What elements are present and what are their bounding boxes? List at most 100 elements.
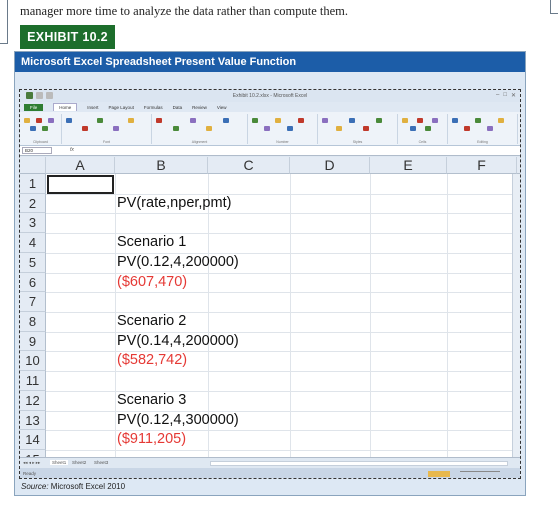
grid-row-line bbox=[46, 292, 520, 294]
ribbon-tool-icon[interactable] bbox=[322, 118, 328, 123]
ribbon-tool-icon[interactable] bbox=[463, 126, 470, 131]
column-header-a[interactable]: A bbox=[46, 157, 115, 174]
tab-insert[interactable]: Insert bbox=[87, 105, 98, 110]
select-all-corner[interactable] bbox=[20, 157, 46, 174]
row-header-2[interactable]: 2 bbox=[20, 193, 46, 214]
ribbon-tool-icon[interactable] bbox=[286, 126, 293, 131]
ribbon-tool-icon[interactable] bbox=[409, 126, 416, 131]
cell-b12[interactable]: Scenario 3 bbox=[117, 391, 186, 411]
ribbon-tool-icon[interactable] bbox=[36, 118, 42, 123]
undo-icon[interactable] bbox=[46, 92, 53, 99]
ribbon-tool-icon[interactable] bbox=[30, 126, 36, 131]
cell-b8[interactable]: Scenario 2 bbox=[117, 312, 186, 332]
row-header-11[interactable]: 11 bbox=[20, 371, 46, 391]
ribbon-tool-icon[interactable] bbox=[112, 126, 119, 131]
vertical-scrollbar[interactable] bbox=[512, 174, 520, 457]
tab-page-layout[interactable]: Page Layout bbox=[109, 105, 134, 110]
sheet-nav-icon[interactable]: ◂◂ ◂ ▸ ▸▸ bbox=[23, 460, 40, 466]
tab-review[interactable]: Review bbox=[192, 105, 207, 110]
tab-data[interactable]: Data bbox=[173, 105, 183, 110]
row-header-6[interactable]: 6 bbox=[20, 272, 46, 293]
ribbon-tool-icon[interactable] bbox=[452, 118, 458, 123]
column-header-b[interactable]: B bbox=[115, 157, 208, 174]
row-header-4[interactable]: 4 bbox=[20, 233, 46, 253]
fx-label[interactable]: fx bbox=[70, 147, 74, 153]
cell-b14[interactable]: ($911,205) bbox=[117, 430, 186, 450]
horizontal-scrollbar[interactable] bbox=[210, 461, 508, 466]
save-icon[interactable] bbox=[36, 92, 43, 99]
ribbon-tool-icon[interactable] bbox=[128, 118, 135, 123]
row-header-10[interactable]: 10 bbox=[20, 351, 46, 372]
ribbon-tool-icon[interactable] bbox=[275, 118, 282, 123]
tab-view[interactable]: View bbox=[217, 105, 227, 110]
column-header-f[interactable]: F bbox=[447, 157, 517, 174]
cell-b9[interactable]: PV(0.14,4,200000) bbox=[117, 332, 239, 352]
source-text: Microsoft Excel 2010 bbox=[48, 482, 126, 491]
ribbon-tool-icon[interactable] bbox=[475, 118, 482, 123]
column-header-e[interactable]: E bbox=[370, 157, 447, 174]
minimize-icon[interactable]: – bbox=[496, 92, 499, 99]
row-header-3[interactable]: 3 bbox=[20, 213, 46, 234]
quick-access-toolbar[interactable] bbox=[26, 92, 53, 100]
selected-cell-a1[interactable] bbox=[47, 175, 114, 194]
ribbon-tool-icon[interactable] bbox=[172, 126, 179, 131]
ribbon-tool-icon[interactable] bbox=[349, 118, 356, 123]
grid-column-line bbox=[447, 174, 448, 457]
ribbon-tool-icon[interactable] bbox=[424, 126, 431, 131]
sheet-tab-1[interactable]: Sheet1 bbox=[50, 460, 69, 465]
ribbon-tool-icon[interactable] bbox=[376, 118, 383, 123]
row-header-9[interactable]: 9 bbox=[20, 331, 46, 352]
sheet-tab-2[interactable]: Sheet2 bbox=[72, 460, 86, 465]
margin-corner-right bbox=[550, 0, 558, 14]
ribbon-tool-icon[interactable] bbox=[156, 118, 162, 123]
row-header-8[interactable]: 8 bbox=[20, 312, 46, 332]
ribbon-tool-icon[interactable] bbox=[66, 118, 72, 123]
ribbon-tool-icon[interactable] bbox=[252, 118, 258, 123]
ribbon-tool-icon[interactable] bbox=[97, 118, 104, 123]
grid-row-line bbox=[46, 371, 520, 373]
cell-b2[interactable]: PV(rate,nper,pmt) bbox=[117, 194, 231, 214]
column-header-g[interactable]: G bbox=[517, 157, 520, 174]
tab-formulas[interactable]: Formulas bbox=[144, 105, 163, 110]
row-header-1[interactable]: 1 bbox=[20, 174, 46, 194]
spreadsheet-grid[interactable]: ABCDEFG123456789101112131415PV(rate,nper… bbox=[20, 157, 520, 471]
cell-b13[interactable]: PV(0.12,4,300000) bbox=[117, 411, 239, 431]
view-mode-icons[interactable] bbox=[428, 471, 450, 477]
column-header-c[interactable]: C bbox=[208, 157, 290, 174]
close-icon[interactable]: ✕ bbox=[511, 92, 516, 99]
row-header-12[interactable]: 12 bbox=[20, 390, 46, 411]
ribbon-tool-icon[interactable] bbox=[206, 126, 213, 131]
ribbon-tool-icon[interactable] bbox=[24, 118, 30, 123]
row-header-14[interactable]: 14 bbox=[20, 430, 46, 451]
ribbon-tool-icon[interactable] bbox=[223, 118, 230, 123]
ribbon-tool-icon[interactable] bbox=[81, 126, 88, 131]
cell-b5[interactable]: PV(0.12,4,200000) bbox=[117, 253, 239, 273]
tab-home[interactable]: Home bbox=[53, 103, 78, 111]
ribbon-tool-icon[interactable] bbox=[189, 118, 196, 123]
ribbon-tool-icon[interactable] bbox=[298, 118, 305, 123]
row-header-5[interactable]: 5 bbox=[20, 252, 46, 273]
ribbon-group-label: Styles bbox=[352, 140, 363, 144]
ribbon-tool-icon[interactable] bbox=[402, 118, 408, 123]
zoom-slider[interactable] bbox=[460, 471, 500, 477]
sheet-tab-3[interactable]: Sheet3 bbox=[94, 460, 108, 465]
name-box[interactable]: B20 bbox=[22, 147, 52, 154]
ribbon-tool-icon[interactable] bbox=[417, 118, 424, 123]
maximize-icon[interactable]: □ bbox=[503, 92, 507, 99]
ribbon-tool-icon[interactable] bbox=[432, 118, 439, 123]
ribbon-tool-icon[interactable] bbox=[498, 118, 505, 123]
cell-b4[interactable]: Scenario 1 bbox=[117, 233, 186, 253]
cell-b10[interactable]: ($582,742) bbox=[117, 351, 187, 371]
ribbon-tool-icon[interactable] bbox=[486, 126, 493, 131]
column-header-d[interactable]: D bbox=[290, 157, 370, 174]
row-header-13[interactable]: 13 bbox=[20, 410, 46, 431]
ribbon-tool-icon[interactable] bbox=[263, 126, 270, 131]
ribbon-tool-icon[interactable] bbox=[335, 126, 342, 131]
status-bar: Ready bbox=[20, 468, 520, 478]
ribbon-tool-icon[interactable] bbox=[42, 126, 48, 131]
ribbon-tool-icon[interactable] bbox=[362, 126, 369, 131]
cell-b6[interactable]: ($607,470) bbox=[117, 273, 187, 293]
ribbon-tool-icon[interactable] bbox=[48, 118, 54, 123]
row-header-7[interactable]: 7 bbox=[20, 292, 46, 312]
tab-file[interactable]: File bbox=[24, 103, 44, 111]
